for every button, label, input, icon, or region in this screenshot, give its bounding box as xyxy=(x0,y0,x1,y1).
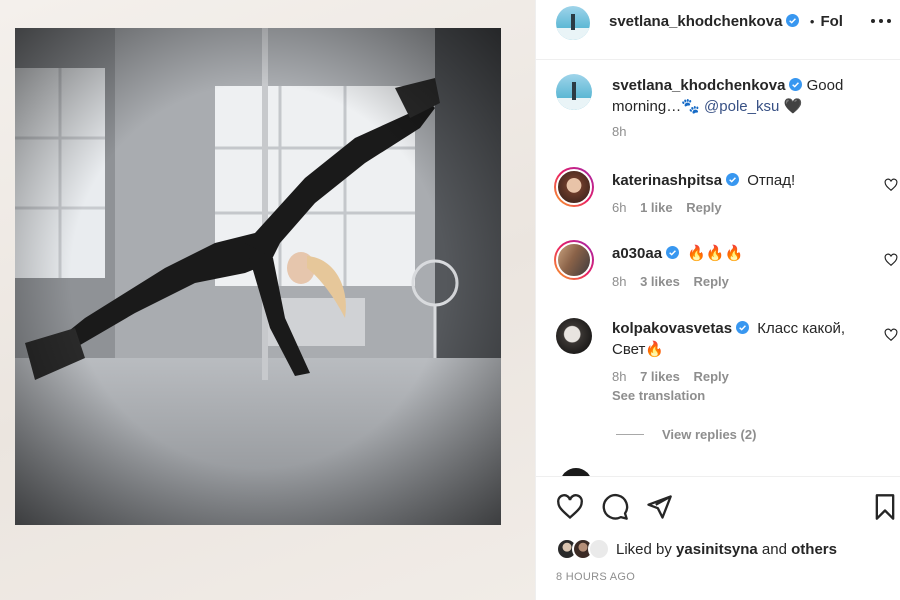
like-heart-icon[interactable] xyxy=(556,493,584,521)
post-actions: Liked by yasinitsyna and others 8 HOURS … xyxy=(536,476,900,600)
comment-meta: 8h 3 likes Reply xyxy=(612,274,729,289)
liked-by-prefix: Liked by xyxy=(616,541,677,558)
liked-by-and: and xyxy=(757,541,792,558)
like-comment-heart-icon[interactable] xyxy=(884,253,898,267)
reply-button[interactable]: Reply xyxy=(693,369,728,384)
post-header: svetlana_khodchenkova • Fol xyxy=(536,0,900,60)
follow-button[interactable]: Fol xyxy=(820,13,843,30)
save-bookmark-icon[interactable] xyxy=(871,493,899,521)
verified-badge-icon xyxy=(666,246,680,259)
comment-time: 8h xyxy=(612,274,627,289)
comment-body: Отпад! xyxy=(747,172,796,189)
caption-avatar[interactable] xyxy=(556,74,592,110)
commenter-username[interactable]: kolpakovasvetas xyxy=(612,320,732,337)
mention-link[interactable]: @pole_ksu xyxy=(704,98,779,115)
comment-bubble-icon[interactable] xyxy=(601,493,629,521)
header-user: svetlana_khodchenkova • Fol xyxy=(609,13,843,31)
more-horizontal-icon[interactable] xyxy=(870,14,892,28)
caption-username[interactable]: svetlana_khodchenkova xyxy=(612,77,785,94)
liked-by-text: Liked by yasinitsyna and others xyxy=(616,541,837,558)
share-paper-plane-icon[interactable] xyxy=(645,493,673,521)
view-replies-button[interactable]: View replies (2) xyxy=(662,427,756,442)
next-comment-avatar xyxy=(560,468,592,476)
post-photo xyxy=(15,28,501,525)
commenter-avatar[interactable] xyxy=(554,240,594,280)
liked-by-others-link[interactable]: others xyxy=(791,541,837,558)
liked-by-user-link[interactable]: yasinitsyna xyxy=(676,541,758,558)
header-separator: • xyxy=(809,14,815,29)
verified-badge-icon xyxy=(726,173,740,186)
like-comment-heart-icon[interactable] xyxy=(884,328,898,342)
verified-badge-icon xyxy=(786,14,800,27)
comment-meta: 6h 1 like Reply xyxy=(612,200,722,215)
commenter-username[interactable]: a030aa xyxy=(612,245,662,262)
author-username[interactable]: svetlana_khodchenkova xyxy=(609,13,782,30)
comment-likes[interactable]: 3 likes xyxy=(640,274,680,289)
comments-list: svetlana_khodchenkova Good morning…🐾 @po… xyxy=(536,60,900,476)
commenter-avatar[interactable] xyxy=(556,318,592,354)
comment-likes[interactable]: 7 likes xyxy=(640,369,680,384)
post-media[interactable] xyxy=(0,0,535,600)
commenter-avatar[interactable] xyxy=(554,167,594,207)
reply-button[interactable]: Reply xyxy=(686,200,721,215)
comment-text: katerinashpitsa Отпад! xyxy=(612,170,872,191)
post-sidebar: svetlana_khodchenkova • Fol svetlana_khod… xyxy=(535,0,900,600)
caption-emoji: 🖤 xyxy=(779,98,803,115)
commenter-username[interactable]: katerinashpitsa xyxy=(612,172,722,189)
author-avatar[interactable] xyxy=(556,6,590,40)
liker-avatar xyxy=(588,538,610,560)
post-timestamp[interactable]: 8 HOURS AGO xyxy=(556,571,635,583)
comment-time: 6h xyxy=(612,200,627,215)
caption-text: svetlana_khodchenkova Good morning…🐾 @po… xyxy=(612,75,887,117)
see-translation-link[interactable]: See translation xyxy=(612,388,705,403)
comment-meta: 8h 7 likes Reply xyxy=(612,369,729,384)
verified-badge-icon xyxy=(736,321,750,334)
view-replies-divider xyxy=(616,434,644,435)
like-comment-heart-icon[interactable] xyxy=(884,178,898,192)
comment-time: 8h xyxy=(612,369,627,384)
caption-time: 8h xyxy=(612,124,627,139)
verified-badge-icon xyxy=(789,78,803,91)
comment-text: a030aa 🔥🔥🔥 xyxy=(612,243,872,264)
comment-body: 🔥🔥🔥 xyxy=(687,245,744,262)
comment-text: kolpakovasvetas Класс какой, Свет🔥 xyxy=(612,318,872,360)
comment-likes[interactable]: 1 like xyxy=(640,200,673,215)
reply-button[interactable]: Reply xyxy=(693,274,728,289)
